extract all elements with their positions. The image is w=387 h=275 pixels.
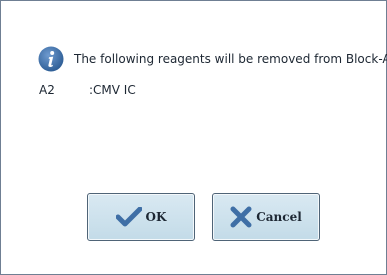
cancel-button[interactable]: Cancel bbox=[212, 193, 320, 241]
dialog-header: The following reagents will be removed f… bbox=[38, 46, 387, 72]
info-icon bbox=[38, 46, 64, 72]
reagent-name: :CMV IC bbox=[89, 83, 136, 97]
checkmark-icon bbox=[115, 207, 142, 227]
dialog-message: The following reagents will be removed f… bbox=[74, 52, 387, 66]
remove-reagents-dialog: The following reagents will be removed f… bbox=[0, 0, 387, 275]
x-mark-icon bbox=[230, 206, 252, 228]
ok-button[interactable]: OK bbox=[87, 193, 195, 241]
reagent-list-item: A2 :CMV IC bbox=[39, 83, 136, 97]
reagent-well: A2 bbox=[39, 83, 55, 97]
ok-button-label: OK bbox=[145, 210, 167, 224]
cancel-button-label: Cancel bbox=[256, 210, 302, 224]
